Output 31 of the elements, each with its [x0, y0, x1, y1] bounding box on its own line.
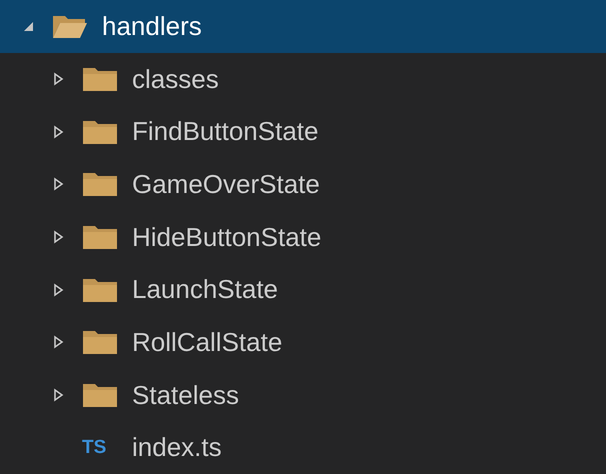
tree-item[interactable]: TS index.ts: [0, 422, 606, 474]
folder-name: GameOverState: [132, 168, 320, 200]
collapsed-caret-icon[interactable]: [52, 124, 64, 139]
tree-item[interactable]: HideButtonState: [0, 210, 606, 264]
tree-item[interactable]: RollCallState: [0, 316, 606, 369]
collapsed-caret-icon[interactable]: [52, 388, 64, 402]
tree-item[interactable]: handlers: [0, 0, 606, 53]
folder-name: Stateless: [132, 380, 239, 411]
tree-item[interactable]: LaunchState: [0, 263, 606, 316]
collapsed-caret-icon[interactable]: [52, 72, 64, 86]
collapsed-caret-icon[interactable]: [52, 335, 64, 350]
folder-icon: [82, 223, 118, 252]
collapsed-caret-icon[interactable]: [52, 282, 64, 297]
folder-icon: [82, 328, 118, 356]
folder-name: RollCallState: [132, 326, 282, 358]
folder-name: handlers: [102, 10, 202, 42]
folder-name: FindButtonState: [132, 116, 318, 148]
file-name: index.ts: [132, 432, 222, 464]
collapsed-caret-icon[interactable]: [52, 230, 64, 244]
folder-icon: [82, 65, 118, 94]
folder-name: HideButtonState: [132, 222, 322, 253]
folder-icon: [82, 170, 118, 198]
folder-name: LaunchState: [132, 274, 278, 306]
typescript-file-icon: TS: [82, 436, 118, 459]
tree-item[interactable]: Stateless: [0, 368, 606, 422]
folder-icon: [82, 381, 118, 410]
tree-item[interactable]: GameOverState: [0, 158, 606, 211]
folder-name: classes: [132, 64, 219, 95]
collapsed-caret-icon[interactable]: [52, 177, 64, 192]
tree-item[interactable]: classes: [0, 52, 606, 106]
tree-item[interactable]: FindButtonState: [0, 105, 606, 158]
